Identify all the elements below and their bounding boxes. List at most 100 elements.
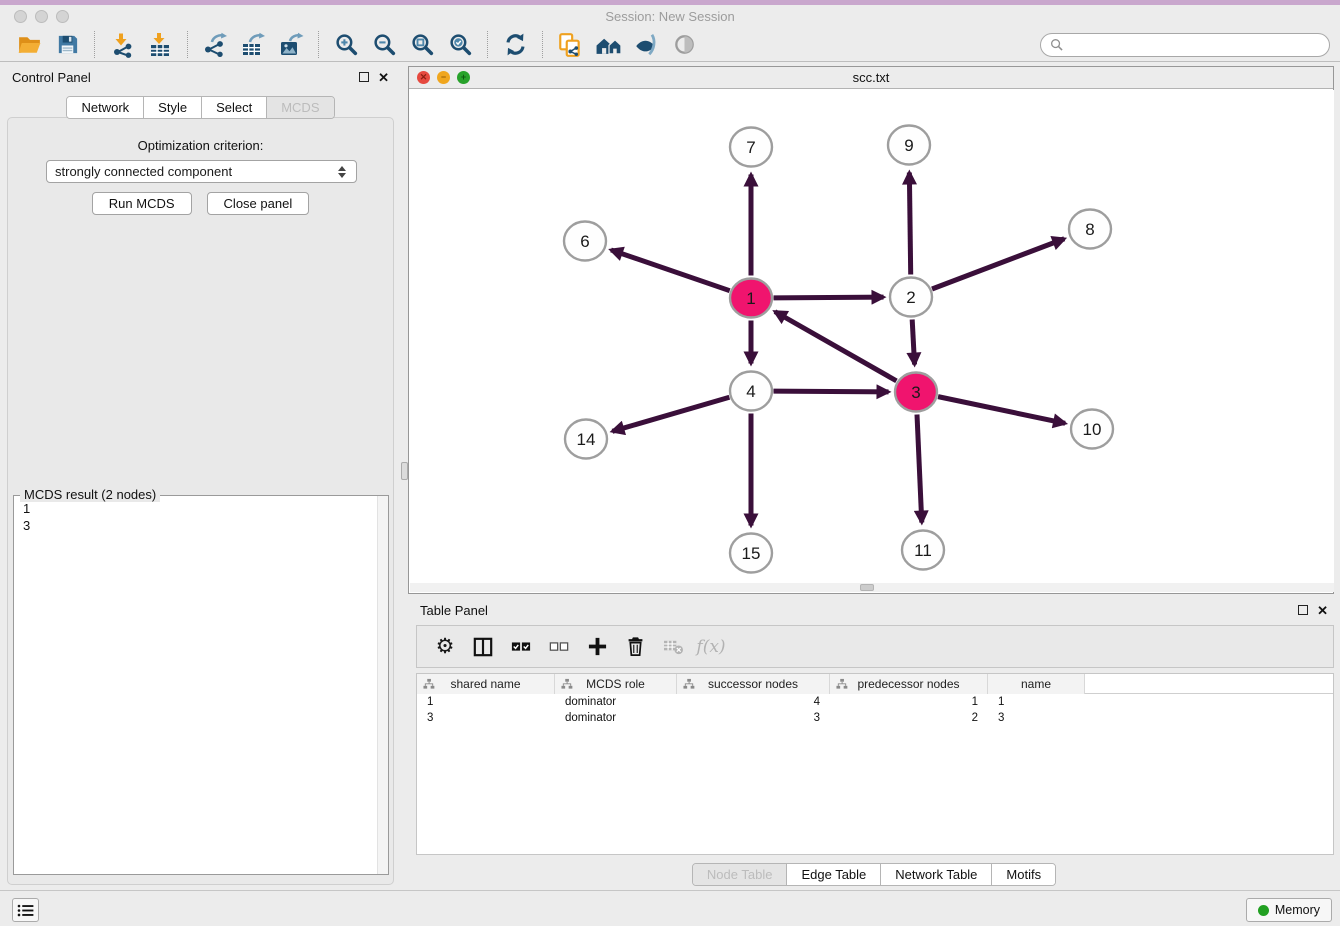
float-panel-icon[interactable] [1298, 605, 1308, 615]
column-header-shared-name[interactable]: shared name [417, 674, 555, 694]
divider-handle-icon[interactable] [401, 462, 408, 480]
save-session-button[interactable] [48, 30, 86, 60]
network-from-selection-button[interactable] [551, 30, 589, 60]
column-header-predecessor-nodes[interactable]: predecessor nodes [830, 674, 988, 694]
graph-node-3[interactable]: 3 [895, 373, 937, 412]
network-window-titlebar[interactable]: ✕ − + scc.txt [409, 67, 1333, 89]
import-network-button[interactable] [103, 30, 141, 60]
tab-node-table[interactable]: Node Table [693, 864, 788, 885]
zoom-selected-button[interactable] [441, 30, 479, 60]
close-window-button[interactable] [14, 10, 27, 23]
panel-divider[interactable] [401, 62, 408, 890]
graph-edge-2-9[interactable] [909, 172, 910, 274]
close-panel-icon[interactable]: ✕ [1317, 604, 1328, 617]
graph-edge-1-2[interactable] [773, 297, 883, 298]
delete-table-button[interactable] [654, 630, 692, 664]
cell-predecessor-nodes[interactable]: 1 [830, 696, 988, 708]
hide-graphics-details-button[interactable] [627, 30, 665, 60]
graph-edge-2-3[interactable] [912, 319, 914, 364]
scrollbar-handle[interactable] [860, 584, 874, 591]
graph-edge-4-14[interactable] [612, 397, 729, 431]
cell-shared-name[interactable]: 1 [417, 696, 555, 708]
graph-edge-2-8[interactable] [932, 239, 1064, 289]
refresh-view-button[interactable] [496, 30, 534, 60]
tab-style[interactable]: Style [144, 97, 202, 118]
home-button[interactable] [589, 30, 627, 60]
close-panel-button[interactable]: Close panel [207, 192, 310, 215]
trash-icon [626, 636, 645, 657]
import-table-button[interactable] [141, 30, 179, 60]
criterion-dropdown[interactable]: strongly connected component [46, 160, 357, 183]
tab-network[interactable]: Network [67, 97, 144, 118]
graph-node-2[interactable]: 2 [890, 278, 932, 317]
import-network-icon [109, 32, 135, 58]
cell-mcds-role[interactable]: dominator [555, 712, 677, 724]
graph-edge-4-3[interactable] [773, 391, 888, 392]
export-image-button[interactable] [272, 30, 310, 60]
graph-edge-1-6[interactable] [611, 250, 730, 291]
node-table[interactable]: shared name MCDS role successor nodes pr… [416, 673, 1334, 855]
cell-shared-name[interactable]: 3 [417, 712, 555, 724]
search-box[interactable] [1040, 33, 1330, 57]
zoom-fit-button[interactable] [403, 30, 441, 60]
show-columns-button[interactable] [464, 630, 502, 664]
graph-node-9[interactable]: 9 [888, 126, 930, 165]
graph-node-11[interactable]: 11 [902, 531, 944, 570]
cell-successor-nodes[interactable]: 4 [677, 696, 830, 708]
birds-eye-view-button[interactable] [665, 30, 703, 60]
graph-node-10[interactable]: 10 [1071, 410, 1113, 449]
table-row[interactable]: 1 dominator 4 1 1 [417, 694, 1333, 710]
cell-predecessor-nodes[interactable]: 2 [830, 712, 988, 724]
float-panel-icon[interactable] [359, 72, 369, 82]
graph-node-7[interactable]: 7 [730, 128, 772, 167]
table-settings-button[interactable]: ⚙ [426, 630, 464, 664]
task-history-button[interactable] [12, 898, 39, 922]
tab-edge-table[interactable]: Edge Table [787, 864, 881, 885]
graph-node-15[interactable]: 15 [730, 534, 772, 573]
network-minimize-button[interactable]: − [437, 71, 450, 84]
graph-node-6[interactable]: 6 [564, 222, 606, 261]
cell-successor-nodes[interactable]: 3 [677, 712, 830, 724]
network-close-button[interactable]: ✕ [417, 71, 430, 84]
function-builder-button[interactable]: f(x) [692, 630, 730, 664]
column-header-successor-nodes[interactable]: successor nodes [677, 674, 830, 694]
attribute-tree-icon [561, 678, 573, 690]
open-file-button[interactable] [10, 30, 48, 60]
graph-node-4[interactable]: 4 [730, 372, 772, 411]
tab-motifs[interactable]: Motifs [992, 864, 1055, 885]
export-table-button[interactable] [234, 30, 272, 60]
column-header-mcds-role[interactable]: MCDS role [555, 674, 677, 694]
tab-mcds[interactable]: MCDS [267, 97, 333, 118]
network-canvas[interactable]: 1 2 3 4 6 7 8 9 10 11 14 15 [410, 90, 1334, 584]
cell-name[interactable]: 1 [988, 696, 1085, 708]
cell-mcds-role[interactable]: dominator [555, 696, 677, 708]
close-panel-icon[interactable]: ✕ [378, 71, 389, 84]
run-mcds-button[interactable]: Run MCDS [92, 192, 192, 215]
unselect-all-button[interactable] [540, 630, 578, 664]
graph-edge-3-10[interactable] [938, 397, 1065, 424]
mcds-result-list[interactable]: 1 3 [14, 496, 388, 538]
graph-edge-3-11[interactable] [917, 414, 922, 522]
graph-node-1[interactable]: 1 [730, 279, 772, 318]
cell-name[interactable]: 3 [988, 712, 1085, 724]
graph-node-14[interactable]: 14 [565, 420, 607, 459]
memory-button[interactable]: Memory [1246, 898, 1332, 922]
network-horizontal-scrollbar[interactable] [410, 583, 1334, 592]
tab-network-table[interactable]: Network Table [881, 864, 992, 885]
network-maximize-button[interactable]: + [457, 71, 470, 84]
maximize-window-button[interactable] [56, 10, 69, 23]
zoom-in-button[interactable] [327, 30, 365, 60]
select-all-button[interactable] [502, 630, 540, 664]
delete-column-button[interactable] [616, 630, 654, 664]
search-input[interactable] [1068, 38, 1320, 52]
zoom-out-button[interactable] [365, 30, 403, 60]
minimize-window-button[interactable] [35, 10, 48, 23]
graph-edge-3-1[interactable] [775, 312, 897, 381]
export-network-button[interactable] [196, 30, 234, 60]
column-header-name[interactable]: name [988, 674, 1085, 694]
table-row[interactable]: 3 dominator 3 2 3 [417, 710, 1333, 726]
graph-node-8[interactable]: 8 [1069, 210, 1111, 249]
tab-select[interactable]: Select [202, 97, 267, 118]
add-column-button[interactable] [578, 630, 616, 664]
result-scrollbar[interactable] [377, 496, 388, 874]
